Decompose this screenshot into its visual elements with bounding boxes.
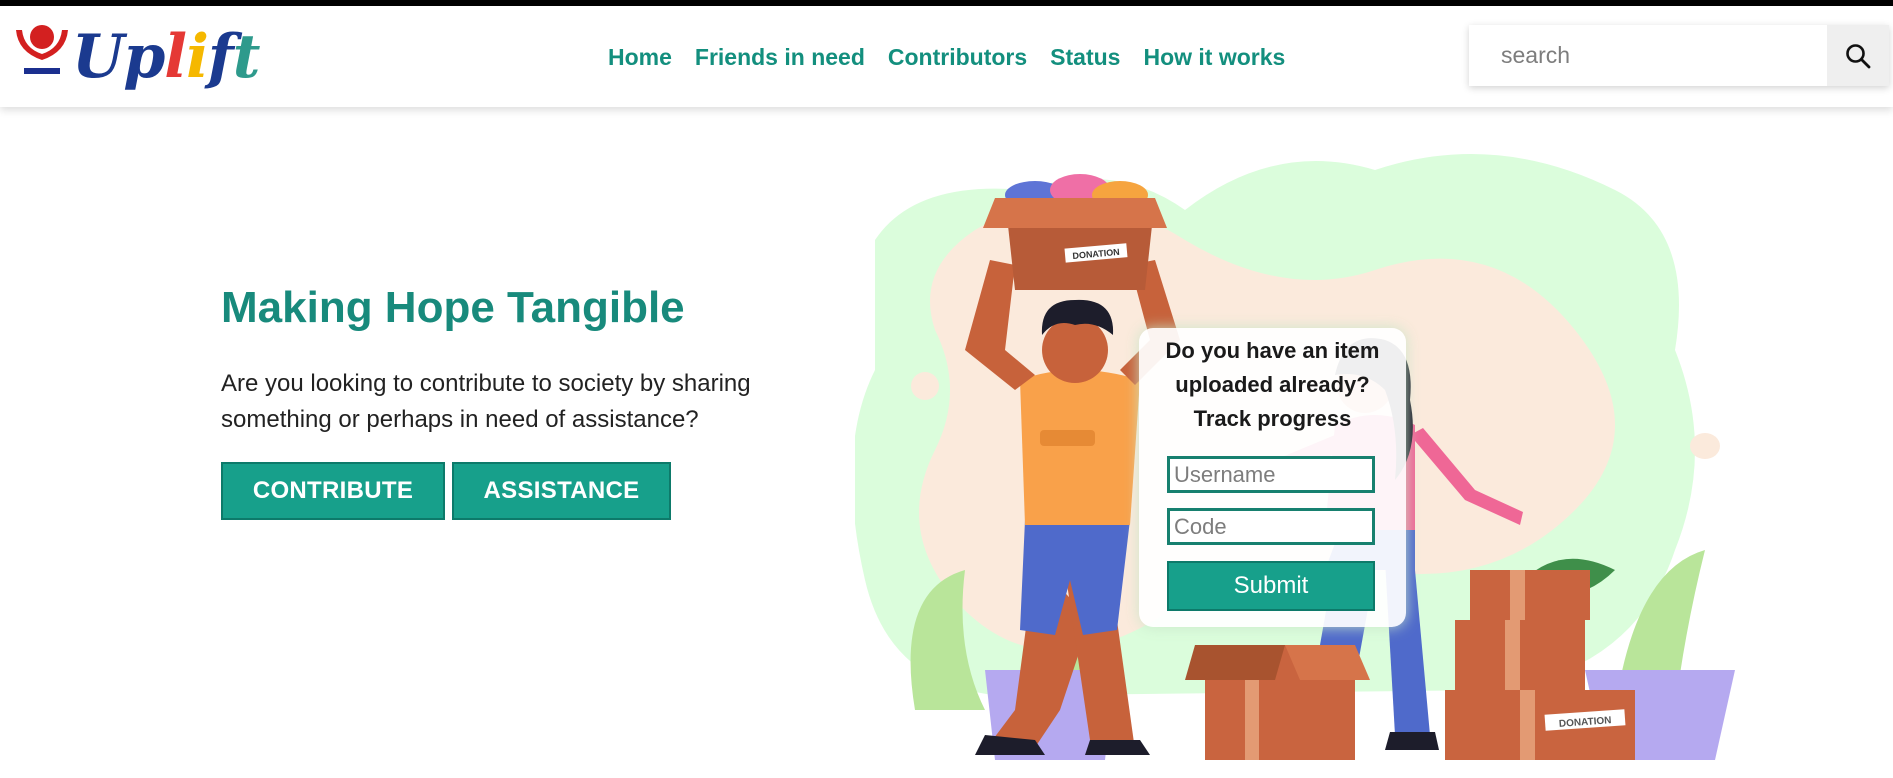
logo-letter: l <box>164 22 187 92</box>
shirt-pocket <box>1040 430 1095 446</box>
code-field[interactable] <box>1167 508 1375 545</box>
uplift-logo[interactable]: Uplift <box>12 20 260 100</box>
main-nav: Home Friends in need Contributors Status… <box>608 44 1285 71</box>
logo-letter: t <box>232 22 261 92</box>
box-tape <box>1505 620 1520 690</box>
logo-letter: f <box>207 22 234 92</box>
hero-title: Making Hope Tangible <box>221 283 685 332</box>
nav-how-it-works[interactable]: How it works <box>1143 44 1285 71</box>
nav-friends-in-need[interactable]: Friends in need <box>695 44 865 71</box>
hands-heart-icon <box>16 25 68 74</box>
box-tape <box>1510 570 1525 620</box>
track-title-line: uploaded already? <box>1175 372 1370 397</box>
nav-contributors[interactable]: Contributors <box>888 44 1027 71</box>
logo-letter: U <box>72 22 124 92</box>
track-title-line: Do you have an item <box>1165 338 1380 363</box>
track-progress-card: Do you have an item uploaded already? Tr… <box>1139 328 1406 627</box>
search-input[interactable] <box>1469 25 1827 86</box>
username-field[interactable] <box>1167 456 1375 493</box>
site-header: Uplift Home Friends in need Contributors… <box>0 6 1893 107</box>
box-tape <box>1520 690 1535 760</box>
hero-description: Are you looking to contribute to society… <box>221 370 751 433</box>
background-dot <box>1690 433 1720 459</box>
search-button[interactable] <box>1827 25 1889 86</box>
man-head <box>1042 317 1108 383</box>
front-box-flap <box>1285 645 1370 680</box>
logo-letter: p <box>123 22 165 92</box>
donation-box-flap <box>983 198 1167 228</box>
woman-shoe <box>1385 732 1439 750</box>
man-shirt <box>1020 370 1140 525</box>
contribute-button[interactable]: CONTRIBUTE <box>221 462 445 520</box>
track-title-line: Track progress <box>1193 406 1352 431</box>
logo-letter: i <box>186 22 209 92</box>
search-box <box>1469 25 1889 86</box>
stacked-box <box>1470 570 1590 620</box>
submit-button[interactable]: Submit <box>1167 561 1375 611</box>
track-progress-title: Do you have an item uploaded already? Tr… <box>1139 334 1406 436</box>
assistance-button[interactable]: ASSISTANCE <box>452 462 671 520</box>
search-icon <box>1846 43 1871 68</box>
nav-status[interactable]: Status <box>1050 44 1120 71</box>
front-box-flap <box>1185 645 1285 680</box>
man-shoe <box>1085 740 1150 755</box>
logo-wordmark: Uplift <box>72 22 261 92</box>
background-dot <box>911 372 939 400</box>
box-tape <box>1245 680 1259 760</box>
nav-home[interactable]: Home <box>608 44 672 71</box>
